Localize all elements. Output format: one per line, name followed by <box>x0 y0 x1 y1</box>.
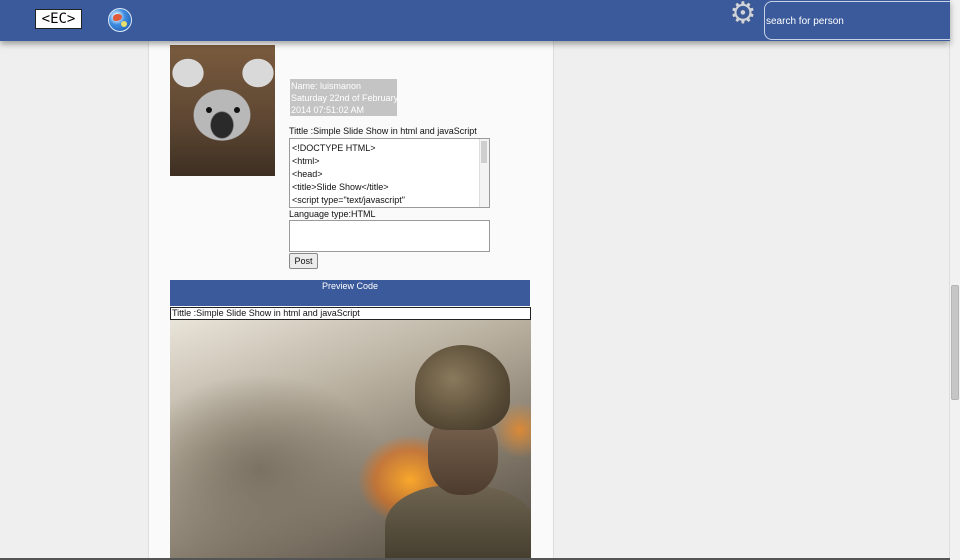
post-date: Saturday 22nd of February <box>291 93 399 103</box>
code-line: <title>Slide Show</title> <box>292 182 389 192</box>
top-bar: <EC> ⚙ search for person <box>0 0 950 41</box>
site-logo[interactable]: <EC> <box>35 9 82 29</box>
post-title: Tittle :Simple Slide Show in html and ja… <box>289 126 477 136</box>
textarea-scrollbar[interactable] <box>479 139 489 207</box>
code-line: <head> <box>292 169 323 179</box>
code-line: <script type="text/javascript" <box>292 195 405 205</box>
soldier-body <box>385 485 531 560</box>
preview-code-bar[interactable]: Preview Code <box>170 280 530 306</box>
page-scrollbar-thumb[interactable] <box>951 285 959 400</box>
user-avatar <box>170 45 275 176</box>
page-scrollbar[interactable] <box>949 0 960 560</box>
code-textarea[interactable]: <!DOCTYPE HTML> <html> <head> <title>Sli… <box>289 138 490 208</box>
soldier-helmet <box>415 345 510 430</box>
gear-icon[interactable]: ⚙ <box>729 0 757 29</box>
post-meta: Name: luismanon Saturday 22nd of Februar… <box>290 79 399 116</box>
avatar-eye-left <box>206 107 212 113</box>
language-type-label: Language type:HTML <box>289 209 376 219</box>
globe-icon[interactable] <box>108 8 132 32</box>
post-author: Name: luismanon <box>291 81 362 91</box>
code-line: <!DOCTYPE HTML> <box>292 143 376 153</box>
post-time: 2014 07:51:02 AM <box>291 105 365 115</box>
preview-title: Tittle :Simple Slide Show in html and ja… <box>170 307 531 320</box>
code-line: <html> <box>292 156 320 166</box>
comment-textarea[interactable] <box>289 220 490 252</box>
preview-slide-image <box>170 320 531 560</box>
post-button[interactable]: Post <box>289 253 318 269</box>
avatar-eye-right <box>234 107 240 113</box>
search-input[interactable]: search for person <box>764 1 950 40</box>
